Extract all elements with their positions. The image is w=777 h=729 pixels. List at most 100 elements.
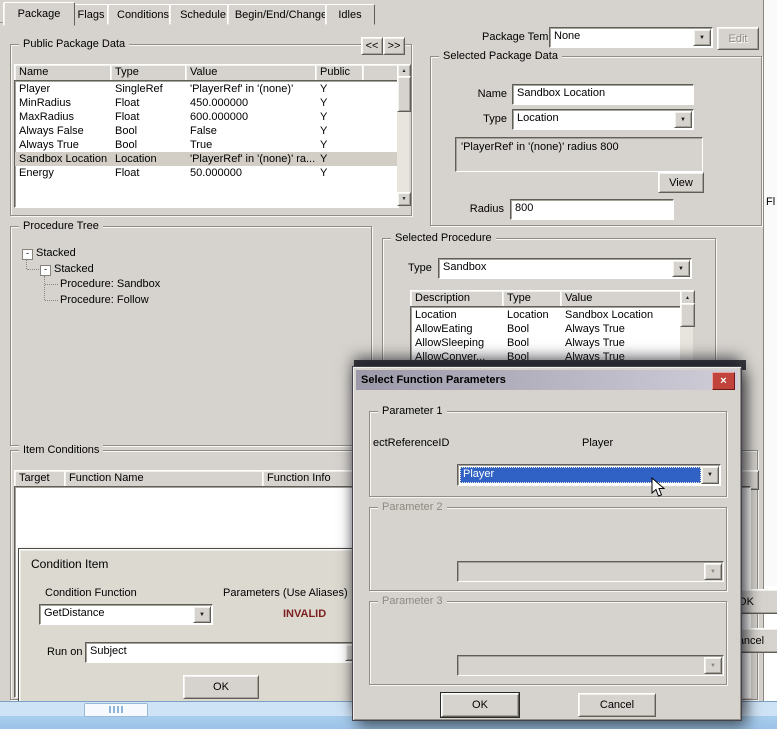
column-header-value-label: Value — [190, 66, 218, 78]
condition-item-title: Condition Item — [31, 557, 109, 571]
condition-function-dropdown[interactable]: GetDistance ▼ — [39, 604, 213, 625]
nav-next-button[interactable]: >> — [383, 37, 405, 55]
tab-idles[interactable]: Idles — [325, 4, 375, 25]
run-on-dropdown[interactable]: Subject ▼ — [85, 642, 365, 663]
nav-prev-label: << — [365, 40, 379, 52]
dialog-title: Select Function Parameters — [361, 374, 506, 386]
procedure-header-row: Description Type Value — [410, 290, 690, 310]
tab-package-label: Package — [17, 8, 61, 20]
run-on-value: Subject — [90, 645, 127, 657]
nav-prev-button[interactable]: << — [361, 37, 383, 55]
scrollbar-grip-icon — [109, 706, 123, 713]
parameter2-title: Parameter 2 — [378, 501, 447, 514]
tree-item-procedure-follow[interactable]: Procedure: Follow — [60, 294, 149, 306]
condition-function-value: GetDistance — [44, 607, 105, 619]
public-data-header-row: Name Type Value Public — [14, 64, 407, 84]
tab-schedule-label: Schedule — [180, 8, 226, 21]
chevron-down-icon[interactable]: ▼ — [193, 606, 211, 623]
tree-item-stacked-root[interactable]: Stacked — [36, 247, 76, 259]
table-row[interactable]: Location Location Sandbox Location — [411, 308, 681, 322]
parameters-status: INVALID — [283, 608, 327, 620]
close-icon[interactable]: × — [712, 372, 735, 390]
tree-connector — [45, 284, 58, 286]
name-input-value: Sandbox Location — [517, 87, 606, 99]
condition-ok-button[interactable]: OK — [183, 675, 259, 699]
parameter1-dropdown-value: Player — [463, 468, 495, 480]
tab-idles-label: Idles — [338, 8, 362, 21]
tree-collapse-icon[interactable]: - — [40, 265, 51, 276]
procedure-type-label: Type — [408, 262, 432, 274]
radius-input[interactable]: 800 — [510, 199, 674, 220]
column-header-type-label: Type — [115, 66, 139, 78]
scrollbar-thumb[interactable] — [680, 303, 695, 327]
tab-begin-end-change[interactable]: Begin/End/Change — [227, 4, 335, 25]
procedure-type-dropdown[interactable]: Sandbox ▼ — [438, 258, 692, 279]
type-dropdown-value: Location — [517, 112, 559, 124]
package-location-preview-text: 'PlayerRef' in '(none)' radius 800 — [461, 141, 619, 153]
radius-input-value: 800 — [515, 202, 534, 214]
selected-package-data-title: Selected Package Data — [439, 50, 562, 63]
table-row[interactable]: AllowSleeping Bool Always True — [411, 336, 681, 350]
chevron-down-icon[interactable]: ▼ — [693, 29, 711, 46]
view-button-label: View — [669, 176, 693, 189]
table-row[interactable]: Always False Bool False Y — [15, 124, 398, 138]
table-row[interactable]: Player SingleRef 'PlayerRef' in '(none)' Y — [15, 82, 398, 96]
tree-connector — [45, 300, 58, 302]
right-edge-partial-label: Fl — [766, 196, 776, 208]
type-label: Type — [483, 113, 507, 125]
parameter1-static-value: Player — [582, 437, 614, 449]
chevron-down-icon: ▼ — [704, 563, 722, 580]
procedure-tree-group: Procedure Tree — [10, 220, 372, 446]
parameter3-dropdown: ▼ — [457, 655, 724, 676]
scroll-down-icon[interactable]: ▼ — [397, 192, 411, 206]
tab-begin-end-change-label: Begin/End/Change — [234, 8, 328, 21]
run-on-label: Run on — [47, 646, 83, 658]
table-row[interactable]: Energy Float 50.000000 Y — [15, 166, 398, 180]
parameter3-title: Parameter 3 — [378, 595, 447, 608]
procedure-vscrollbar[interactable]: ▲ — [680, 290, 695, 366]
table-row[interactable]: AllowEating Bool Always True — [411, 322, 681, 336]
dialog-cancel-button[interactable]: Cancel — [578, 693, 656, 717]
scrollbar-thumb[interactable] — [397, 76, 411, 112]
name-input[interactable]: Sandbox Location — [512, 84, 694, 105]
tree-item-procedure-sandbox[interactable]: Procedure: Sandbox — [60, 278, 160, 290]
parameter3-group: Parameter 3 ▼ — [369, 595, 727, 685]
select-function-parameters-dialog: Select Function Parameters × Parameter 1… — [352, 366, 742, 721]
table-row-selected[interactable]: Sandbox Location Location 'PlayerRef' in '… — [15, 152, 398, 166]
chevron-down-icon[interactable]: ▼ — [701, 466, 719, 484]
chevron-down-icon[interactable]: ▼ — [674, 111, 692, 128]
package-template-dropdown[interactable]: None ▼ — [549, 27, 713, 48]
procedure-type-value: Sandbox — [443, 261, 487, 273]
table-row[interactable]: MaxRadius Float 600.000000 Y — [15, 110, 398, 124]
public-data-vscrollbar[interactable]: ▲ ▼ — [397, 64, 411, 206]
dialog-ok-button[interactable]: OK — [440, 692, 520, 718]
table-row[interactable]: MinRadius Float 450.000000 Y — [15, 96, 398, 110]
horizontal-scrollbar-thumb[interactable] — [84, 703, 148, 717]
tab-package[interactable]: Package — [3, 2, 75, 26]
radius-label: Radius — [469, 203, 504, 215]
column-header-public-label: Public — [320, 66, 350, 78]
type-dropdown[interactable]: Location ▼ — [512, 109, 694, 130]
table-row[interactable]: Always True Bool True Y — [15, 138, 398, 152]
dialog-title-bar[interactable]: Select Function Parameters — [356, 370, 738, 390]
parameters-label: Parameters (Use Aliases) — [223, 587, 348, 599]
public-package-data-title: Public Package Data — [19, 38, 130, 51]
parameter1-dropdown[interactable]: Player ▼ — [457, 464, 721, 486]
package-template-value: None — [554, 30, 581, 42]
package-location-preview: 'PlayerRef' in '(none)' radius 800 — [455, 137, 703, 172]
tree-connector — [27, 269, 39, 271]
parameter2-group: Parameter 2 ▼ — [369, 501, 727, 591]
chevron-down-icon[interactable]: ▼ — [672, 260, 690, 277]
tree-connector — [26, 260, 28, 269]
name-label: Name — [477, 88, 507, 100]
tree-item-stacked-child[interactable]: Stacked — [54, 263, 94, 275]
view-button[interactable]: View — [658, 172, 704, 193]
tab-flags-label: Flags — [77, 8, 105, 21]
chevron-down-icon: ▼ — [704, 657, 722, 674]
procedure-data-table[interactable]: Location Location Sandbox Location AllowEa… — [410, 306, 682, 366]
public-data-table[interactable]: Player SingleRef 'PlayerRef' in '(none)' Y … — [14, 80, 399, 208]
tree-collapse-icon[interactable]: - — [22, 249, 33, 260]
tree-connector — [44, 276, 46, 300]
tab-conditions-label: Conditions — [117, 8, 169, 21]
edit-button: Edit — [717, 27, 759, 50]
